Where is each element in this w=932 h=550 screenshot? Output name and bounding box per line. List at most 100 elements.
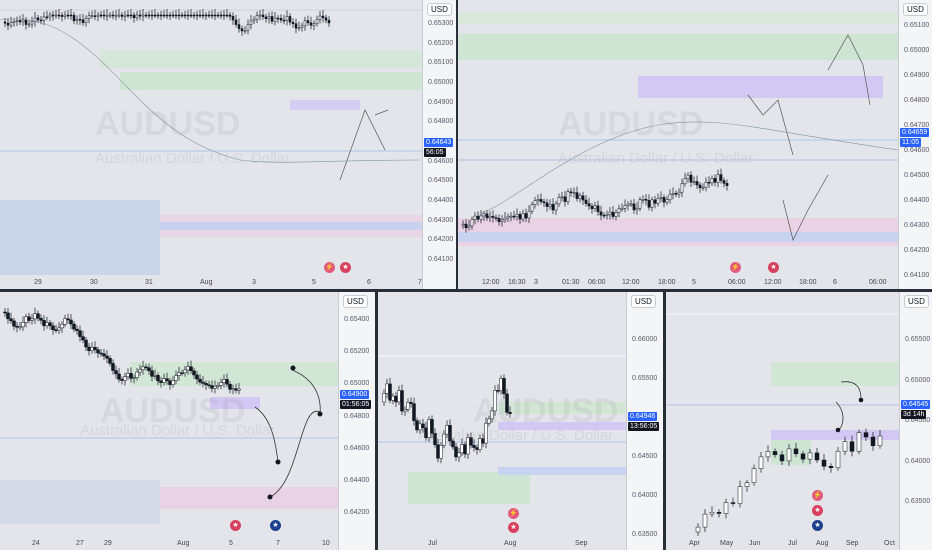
- purple-zone: [290, 100, 360, 110]
- candle: [723, 502, 729, 514]
- watermark-symbol: AUDUSD: [473, 392, 619, 430]
- us-flag-icon[interactable]: ★: [768, 262, 779, 273]
- candle: [129, 14, 133, 17]
- candle: [716, 174, 720, 183]
- candle: [707, 181, 711, 184]
- candle: [412, 403, 416, 421]
- price-tick-label: 0.65000: [904, 47, 930, 54]
- us-flag-icon[interactable]: ★: [812, 505, 823, 516]
- candle: [545, 202, 549, 207]
- time-tick-label: 6: [833, 279, 837, 286]
- price-tick-label: 0.64100: [428, 256, 454, 263]
- candle: [183, 369, 187, 374]
- candle: [294, 23, 298, 29]
- time-tick-label: 24: [32, 540, 40, 547]
- candle: [69, 319, 73, 325]
- candle: [57, 14, 61, 17]
- candle: [312, 23, 316, 26]
- candle: [171, 14, 175, 17]
- candle: [473, 215, 477, 220]
- candle: [653, 199, 657, 204]
- candle: [282, 19, 286, 22]
- price-axis[interactable]: USD 0.65100 0.65000 0.64900 0.64800 0.64700 0.…: [898, 0, 932, 289]
- candle: [318, 15, 322, 20]
- candle: [385, 383, 389, 394]
- blue-zone: [458, 232, 898, 242]
- candle: [599, 211, 603, 216]
- price-axis[interactable]: USD 0.65400 0.65200 0.65000 0.64800 0.64600 0.…: [338, 292, 375, 550]
- chart-panel-1[interactable]: AUDUSD Australian Dollar / U.S. Dollar U…: [0, 0, 456, 289]
- chart-area-1[interactable]: [0, 0, 456, 289]
- candle: [584, 199, 588, 204]
- candle: [581, 195, 585, 201]
- candle: [689, 174, 693, 183]
- au-flag-icon[interactable]: ★: [270, 520, 281, 531]
- candle: [39, 317, 43, 321]
- price-axis[interactable]: USD 0.65300 0.65200 0.65100 0.65000 0.64900 0.…: [422, 0, 456, 289]
- candles: [695, 428, 883, 536]
- candle: [168, 14, 172, 17]
- candle: [382, 392, 386, 403]
- us-flag-icon[interactable]: ★: [230, 520, 241, 531]
- candle: [102, 14, 106, 17]
- candle: [506, 216, 510, 219]
- candle: [210, 385, 214, 389]
- projection-point: [267, 494, 273, 500]
- supply-zone: [458, 34, 898, 60]
- time-tick-label: 06:00: [588, 279, 606, 286]
- candle-timer: 13:56:05: [628, 422, 660, 431]
- chart-area-5[interactable]: [666, 292, 932, 550]
- candle: [150, 14, 154, 17]
- candle: [686, 174, 690, 179]
- lightning-icon[interactable]: ⚡: [508, 508, 519, 519]
- au-flag-icon[interactable]: ★: [812, 520, 823, 531]
- price-tick-label: 0.65200: [428, 39, 454, 47]
- candle: [159, 14, 163, 17]
- chart-area-2[interactable]: [458, 0, 932, 289]
- lightning-icon[interactable]: ⚡: [730, 262, 741, 273]
- candle: [315, 19, 319, 24]
- price-tick-label: 0.64000: [632, 492, 658, 499]
- price-tick-label: 0.64500: [428, 177, 454, 185]
- time-tick-label: Aug: [816, 540, 829, 547]
- candle: [234, 388, 238, 391]
- candle: [18, 326, 22, 329]
- price-tick-label: 0.64200: [344, 509, 370, 516]
- lightning-icon[interactable]: ⚡: [812, 490, 823, 501]
- candle: [793, 448, 799, 455]
- candle: [470, 219, 474, 227]
- candle: [60, 324, 64, 329]
- chart-panel-5[interactable]: USD 0.65500 0.65000 0.64500 0.64000 0.63500 0.…: [666, 292, 932, 550]
- candle: [216, 385, 220, 387]
- chart-panel-2[interactable]: AUDUSD Australian Dollar / U.S. Dollar U…: [458, 0, 932, 289]
- us-flag-icon[interactable]: ★: [340, 262, 351, 273]
- chart-panel-4[interactable]: AUDUSD Australian Dollar / U.S. Dollar U…: [378, 292, 663, 550]
- candle: [198, 14, 202, 17]
- time-tick-label: 7: [276, 540, 280, 547]
- candle: [48, 14, 52, 18]
- chart-panel-3[interactable]: AUDUSD Australian Dollar / U.S. Dollar U…: [0, 292, 375, 550]
- lightning-icon[interactable]: ⚡: [324, 262, 335, 273]
- candle: [90, 347, 94, 351]
- time-tick-label: Jul: [788, 540, 797, 547]
- candle: [267, 16, 271, 19]
- price-axis[interactable]: USD 0.65500 0.65000 0.64500 0.64000 0.63500 0.…: [899, 292, 932, 550]
- candle: [530, 204, 534, 212]
- us-flag-icon[interactable]: ★: [508, 522, 519, 533]
- time-tick-label: 06:00: [728, 279, 746, 286]
- time-tick-label: 3: [534, 279, 538, 286]
- candle: [24, 316, 28, 323]
- candle: [42, 16, 46, 21]
- candle: [309, 22, 313, 26]
- candle: [321, 15, 325, 18]
- price-tick-label: 0.66000: [632, 336, 658, 343]
- time-tick-label: Sep: [575, 540, 588, 547]
- price-tick-label: 0.64900: [904, 72, 930, 79]
- candle: [701, 186, 705, 189]
- candle: [306, 20, 310, 24]
- candle: [237, 388, 241, 391]
- supply-zone: [771, 362, 899, 386]
- time-tick-label: Sep: [846, 540, 859, 547]
- candle: [668, 194, 672, 201]
- price-axis[interactable]: USD0.660000.655000.650000.645000.640000.…: [626, 292, 663, 550]
